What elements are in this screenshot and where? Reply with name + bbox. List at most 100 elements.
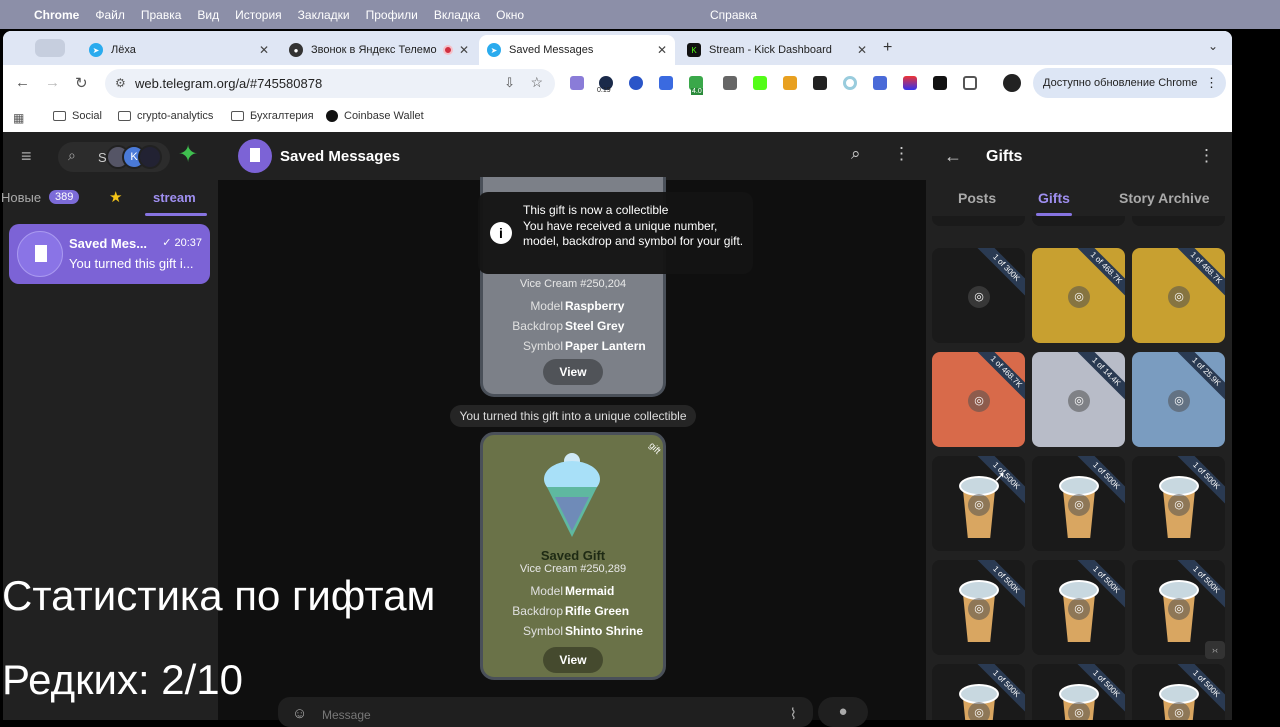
- tab-story-archive[interactable]: Story Archive: [1119, 190, 1210, 206]
- site-settings-icon[interactable]: ⚙: [115, 76, 126, 90]
- chat-header: Saved Messages ⌕ ⋮: [218, 132, 926, 180]
- extension-icon[interactable]: [813, 76, 827, 90]
- close-icon[interactable]: ✕: [657, 43, 667, 57]
- chat-item-saved-messages[interactable]: Saved Mes... ✓ 20:37 You turned this gif…: [9, 224, 210, 284]
- gift-cell[interactable]: 1 of 500K ◎: [1032, 664, 1125, 720]
- bookmark-social[interactable]: Social: [53, 110, 102, 122]
- gift-cell[interactable]: 1 of 500K ◎: [932, 664, 1025, 720]
- tab-saved-messages[interactable]: ➤ Saved Messages ✕: [479, 35, 675, 65]
- forward-icon[interactable]: →: [45, 74, 60, 91]
- attach-icon[interactable]: ⌇: [790, 705, 797, 723]
- gift-cell[interactable]: 1 of 25.9K ◎: [1132, 352, 1225, 447]
- menu-window[interactable]: Окно: [496, 8, 524, 22]
- attr-key: Model: [530, 584, 563, 598]
- more-vertical-icon[interactable]: ⋮: [1198, 146, 1215, 166]
- menu-edit[interactable]: Правка: [141, 8, 182, 22]
- search-input[interactable]: ⌕ S K: [58, 142, 170, 172]
- gift-cell[interactable]: 1 of 500K ◎: [932, 560, 1025, 655]
- close-icon[interactable]: ✕: [259, 43, 269, 57]
- extension-icon[interactable]: [753, 76, 767, 90]
- gift-card[interactable]: gift Saved Gift Vice Cream #250,289 Mode…: [480, 432, 666, 680]
- menu-profiles[interactable]: Профили: [366, 8, 418, 22]
- bookmark-coinbase-wallet[interactable]: Coinbase Wallet: [326, 110, 424, 122]
- close-icon[interactable]: ✕: [857, 43, 867, 57]
- tab-search-chevron-icon[interactable]: ⌄: [1208, 39, 1218, 53]
- star-icon[interactable]: ★: [109, 188, 122, 206]
- gift-cell[interactable]: 1 of 468.7K ◎: [1132, 248, 1225, 343]
- menu-app[interactable]: Chrome: [34, 8, 79, 22]
- side-handle[interactable]: ›‹: [1205, 641, 1225, 659]
- extension-icon[interactable]: [783, 76, 797, 90]
- hidden-eye-icon: ◎: [1068, 390, 1090, 412]
- chrome-update-button[interactable]: Доступно обновление Chrome ⋮: [1033, 68, 1226, 98]
- extensions-puzzle-icon[interactable]: [963, 76, 977, 90]
- gift-cell[interactable]: 1 of 500K ◎: [1132, 456, 1225, 551]
- new-tab-icon[interactable]: +: [883, 39, 892, 57]
- search-icon[interactable]: ⌕: [851, 144, 861, 164]
- reload-icon[interactable]: ↻: [75, 74, 88, 92]
- profile-avatar[interactable]: [1003, 74, 1021, 92]
- bookmark-crypto-analytics[interactable]: crypto-analytics: [118, 110, 213, 122]
- view-button[interactable]: View: [543, 647, 603, 673]
- hidden-eye-icon: ◎: [968, 390, 990, 412]
- gift-cell-partial[interactable]: [1032, 216, 1125, 226]
- hidden-eye-icon: ◎: [968, 494, 990, 516]
- panel-tabs: Posts Gifts Story Archive: [926, 184, 1232, 216]
- extension-icon[interactable]: [873, 76, 887, 90]
- folder-tab-stream[interactable]: stream: [153, 190, 196, 205]
- extension-icon[interactable]: [933, 76, 947, 90]
- message-composer[interactable]: ☺ Message ⌇: [278, 697, 813, 727]
- hidden-eye-icon: ◎: [1168, 494, 1190, 516]
- tab-yandex-call[interactable]: ● Звонок в Яндекс Телемо ✕: [281, 35, 477, 65]
- gift-cell[interactable]: 1 of 500K ◎: [932, 456, 1025, 551]
- tab-label: Saved Messages: [509, 44, 594, 56]
- folder-tab-new[interactable]: Новые: [1, 190, 41, 205]
- info-icon: i: [490, 222, 512, 244]
- gift-cell-partial[interactable]: [1132, 216, 1225, 226]
- green-sparkle-icon[interactable]: ✦: [178, 140, 198, 169]
- tab-lyokha[interactable]: ➤ Лёха ✕: [81, 35, 277, 65]
- gift-cell[interactable]: 1 of 500K ◎: [1032, 560, 1125, 655]
- view-button[interactable]: View: [543, 359, 603, 385]
- tab-gifts[interactable]: Gifts: [1038, 190, 1070, 206]
- bookmark-accounting[interactable]: Бухгалтерия: [231, 110, 314, 122]
- tab-posts[interactable]: Posts: [958, 190, 996, 206]
- address-bar[interactable]: ⚙ web.telegram.org/a/#745580878 ⇩ ☆: [105, 69, 555, 98]
- chat-title[interactable]: Saved Messages: [280, 148, 400, 165]
- more-vertical-icon[interactable]: ⋮: [893, 144, 910, 164]
- install-app-icon[interactable]: ⇩: [504, 75, 515, 91]
- menu-history[interactable]: История: [235, 8, 282, 22]
- gift-cell-partial[interactable]: [932, 216, 1025, 226]
- close-icon[interactable]: ✕: [459, 43, 469, 57]
- extension-icon[interactable]: [570, 76, 584, 90]
- extension-icon[interactable]: [903, 76, 917, 90]
- back-icon[interactable]: ←: [15, 74, 30, 91]
- back-arrow-icon[interactable]: ←: [944, 146, 962, 167]
- extension-icon[interactable]: [629, 76, 643, 90]
- attr-value: Mermaid: [565, 584, 615, 598]
- mic-button[interactable]: ●: [818, 697, 868, 727]
- tab-label: Звонок в Яндекс Телемо: [311, 44, 437, 56]
- menu-tab[interactable]: Вкладка: [434, 8, 480, 22]
- bookmark-star-icon[interactable]: ☆: [530, 74, 543, 91]
- gift-cell[interactable]: 1 of 500K ◎: [1132, 664, 1225, 720]
- menu-hamburger-icon[interactable]: ≡: [21, 146, 32, 167]
- tab-kick-dashboard[interactable]: K Stream - Kick Dashboard ✕: [679, 35, 875, 65]
- menu-help[interactable]: Справка: [710, 8, 757, 22]
- more-vertical-icon[interactable]: ⋮: [1205, 75, 1218, 91]
- gift-cell[interactable]: 1 of 468.7K ◎: [932, 352, 1025, 447]
- menu-bookmarks[interactable]: Закладки: [298, 8, 350, 22]
- gift-cell[interactable]: 1 of 14.4K ◎: [1032, 352, 1125, 447]
- tab-group-icon[interactable]: [35, 39, 65, 57]
- apps-grid-icon[interactable]: ▦: [13, 111, 24, 125]
- service-message: You turned this gift into a unique colle…: [450, 405, 696, 427]
- extension-icon[interactable]: [843, 76, 857, 90]
- menu-view[interactable]: Вид: [197, 8, 219, 22]
- menu-file[interactable]: Файл: [95, 8, 125, 22]
- gift-cell[interactable]: 1 of 300K ◎: [932, 248, 1025, 343]
- qr-icon[interactable]: [723, 76, 737, 90]
- emoji-icon[interactable]: ☺: [292, 705, 307, 722]
- gift-cell[interactable]: 1 of 500K ◎: [1032, 456, 1125, 551]
- extension-icon[interactable]: [659, 76, 673, 90]
- gift-cell[interactable]: 1 of 468.7K ◎: [1032, 248, 1125, 343]
